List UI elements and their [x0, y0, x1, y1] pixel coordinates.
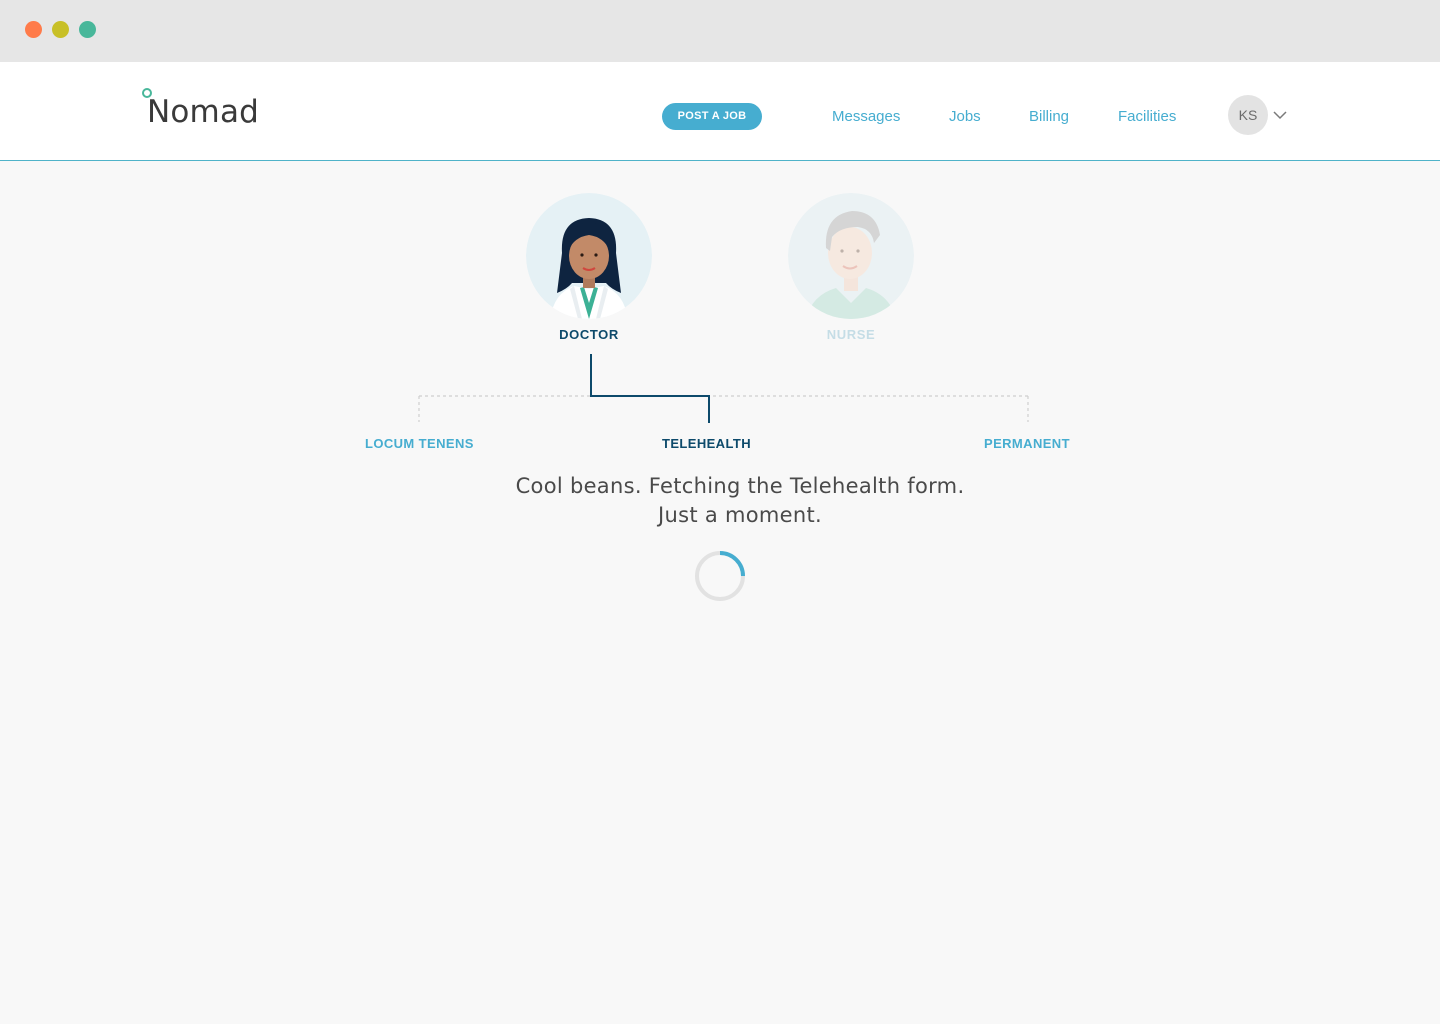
locum-tenens-option[interactable]: LOCUM TENENS	[365, 436, 474, 451]
loading-message: Cool beans. Fetching the Telehealth form…	[420, 472, 1060, 530]
top-navigation-bar: Nomad POST A JOB Messages Jobs Billing F…	[0, 62, 1440, 161]
loading-message-line-2: Just a moment.	[658, 503, 822, 527]
telehealth-option[interactable]: TELEHEALTH	[662, 436, 751, 451]
nurse-avatar-illustration	[788, 193, 914, 319]
permanent-option[interactable]: PERMANENT	[984, 436, 1070, 451]
doctor-avatar-illustration	[526, 193, 652, 319]
nav-billing-link[interactable]: Billing	[1029, 108, 1069, 125]
nurse-role-option[interactable]	[788, 193, 914, 319]
nav-jobs-link[interactable]: Jobs	[949, 108, 981, 125]
user-avatar[interactable]: KS	[1228, 95, 1268, 135]
loading-message-line-1: Cool beans. Fetching the Telehealth form…	[515, 474, 965, 498]
window-maximize-button[interactable]	[79, 21, 96, 38]
window-minimize-button[interactable]	[52, 21, 69, 38]
window-close-button[interactable]	[25, 21, 42, 38]
loading-spinner	[695, 551, 745, 601]
window-titlebar	[0, 0, 1440, 62]
app-window: Nomad POST A JOB Messages Jobs Billing F…	[0, 0, 1440, 1024]
selection-tree-connector	[418, 354, 1029, 423]
nav-messages-link[interactable]: Messages	[832, 108, 900, 125]
nav-facilities-link[interactable]: Facilities	[1118, 108, 1176, 125]
nomad-logo[interactable]: Nomad	[147, 94, 259, 130]
post-a-job-button[interactable]: POST A JOB	[662, 103, 762, 130]
doctor-role-option[interactable]	[526, 193, 652, 319]
chevron-down-icon[interactable]	[1272, 109, 1288, 121]
